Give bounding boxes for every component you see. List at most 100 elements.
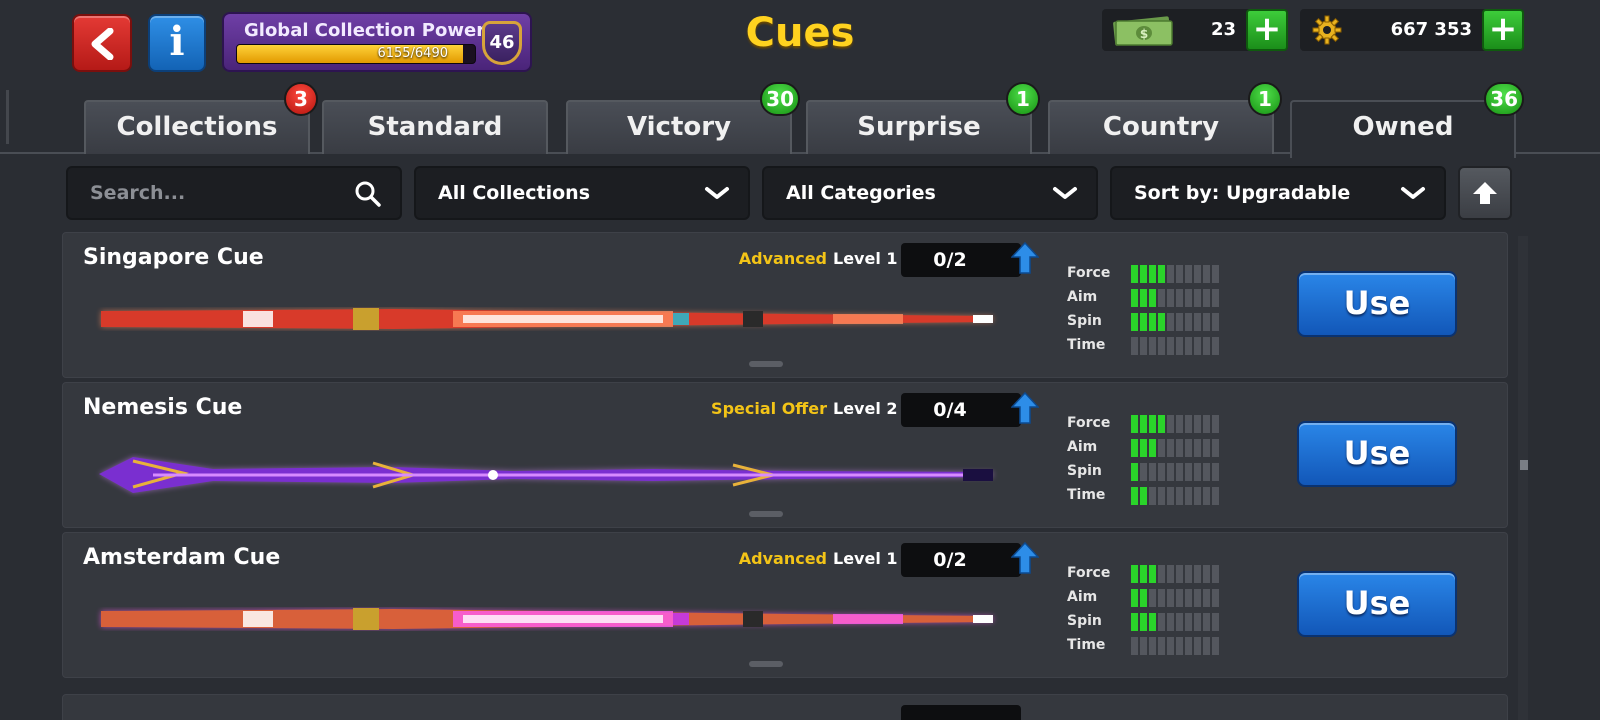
page-title: Cues bbox=[745, 10, 855, 56]
cue-image bbox=[101, 308, 993, 330]
tab-label: Surprise bbox=[857, 112, 981, 142]
search-placeholder: Search... bbox=[90, 182, 186, 204]
stat-bar-aim bbox=[1131, 289, 1219, 307]
stat-segment bbox=[1131, 337, 1138, 355]
cue-list: Singapore Cue Advanced Level 1 0/2 Force… bbox=[62, 232, 1508, 720]
stat-segment bbox=[1140, 439, 1147, 457]
tab-collections[interactable]: Collections 3 bbox=[84, 82, 318, 154]
stat-segment bbox=[1149, 613, 1156, 631]
use-cue-button[interactable]: Use bbox=[1297, 571, 1457, 637]
stat-segment bbox=[1149, 337, 1156, 355]
coins-gear-icon bbox=[1312, 15, 1342, 45]
use-cue-button[interactable]: Use bbox=[1297, 421, 1457, 487]
stat-segment bbox=[1176, 487, 1183, 505]
stat-label-spin: Spin bbox=[1067, 313, 1102, 329]
stat-segment bbox=[1167, 313, 1174, 331]
sort-dropdown[interactable]: Sort by: Upgradable bbox=[1110, 166, 1446, 220]
tab-standard[interactable]: Standard bbox=[322, 100, 548, 154]
scrollbar-thumb[interactable] bbox=[1520, 460, 1528, 470]
expand-handle[interactable] bbox=[749, 661, 783, 667]
cue-upgrade-progress: 0/2 bbox=[901, 243, 1021, 277]
tab-label: Victory bbox=[626, 112, 732, 142]
search-input[interactable]: Search... bbox=[66, 166, 402, 220]
expand-handle[interactable] bbox=[749, 511, 783, 517]
expand-handle[interactable] bbox=[749, 361, 783, 367]
stat-segment bbox=[1185, 613, 1192, 631]
stat-force: Force bbox=[1067, 263, 1287, 287]
cue-level: Level 1 bbox=[833, 249, 898, 268]
cue-stats: Force Aim Spin Time bbox=[1067, 263, 1287, 359]
cue-image bbox=[99, 457, 993, 493]
stat-segment bbox=[1131, 637, 1138, 655]
info-button[interactable]: i bbox=[148, 14, 206, 72]
sort-direction-button[interactable] bbox=[1458, 166, 1512, 220]
stat-segment bbox=[1194, 265, 1201, 283]
categories-dropdown[interactable]: All Categories bbox=[762, 166, 1098, 220]
stat-time: Time bbox=[1067, 335, 1287, 359]
add-cash-button[interactable]: + bbox=[1246, 9, 1288, 51]
collections-dropdown[interactable]: All Collections bbox=[414, 166, 750, 220]
stat-segment bbox=[1131, 589, 1138, 607]
stat-aim: Aim bbox=[1067, 437, 1287, 461]
stat-label-time: Time bbox=[1067, 337, 1106, 353]
stat-bar-time bbox=[1131, 637, 1219, 655]
cue-rarity: Advanced bbox=[738, 549, 827, 568]
stat-segment bbox=[1140, 289, 1147, 307]
stat-segment bbox=[1203, 463, 1210, 481]
coins-counter: 667 353 + bbox=[1300, 9, 1524, 51]
stat-segment bbox=[1149, 439, 1156, 457]
category-tabs: Collections 3 Standard Victory 30 Surprise 1 Co… bbox=[0, 82, 1600, 158]
list-scrollbar[interactable] bbox=[1518, 236, 1528, 720]
stat-segment bbox=[1194, 289, 1201, 307]
tab-country[interactable]: Country 1 bbox=[1048, 82, 1282, 154]
stat-segment bbox=[1194, 487, 1201, 505]
stat-segment bbox=[1140, 337, 1147, 355]
add-coins-button[interactable]: + bbox=[1482, 9, 1524, 51]
tab-count-badge: 30 bbox=[760, 82, 800, 116]
stat-segment bbox=[1131, 487, 1138, 505]
stat-bar-force bbox=[1131, 565, 1219, 583]
stat-segment bbox=[1185, 337, 1192, 355]
back-button[interactable] bbox=[72, 14, 132, 72]
stat-label-aim: Aim bbox=[1067, 289, 1098, 305]
tab-owned[interactable]: Owned 36 bbox=[1290, 82, 1524, 158]
stat-segment bbox=[1212, 313, 1219, 331]
stat-segment bbox=[1140, 613, 1147, 631]
stat-segment bbox=[1176, 337, 1183, 355]
stat-segment bbox=[1167, 265, 1174, 283]
stat-segment bbox=[1185, 589, 1192, 607]
stat-segment bbox=[1131, 613, 1138, 631]
stat-segment bbox=[1203, 613, 1210, 631]
stat-segment bbox=[1194, 613, 1201, 631]
tab-count-badge: 1 bbox=[1248, 82, 1282, 116]
stat-segment bbox=[1167, 613, 1174, 631]
use-cue-button[interactable]: Use bbox=[1297, 271, 1457, 337]
stat-segment bbox=[1149, 289, 1156, 307]
stat-spin: Spin bbox=[1067, 311, 1287, 335]
cue-card[interactable]: Nemesis Cue Special Offer Level 2 0/4 Fo… bbox=[62, 382, 1508, 528]
stat-segment bbox=[1158, 415, 1165, 433]
stat-segment bbox=[1158, 313, 1165, 331]
collection-power-panel[interactable]: Global Collection Power 6155/6490 46 bbox=[222, 12, 532, 72]
tab-label: Standard bbox=[367, 112, 503, 142]
stat-time: Time bbox=[1067, 485, 1287, 509]
stat-segment bbox=[1131, 289, 1138, 307]
stat-segment bbox=[1158, 337, 1165, 355]
tab-label: Owned bbox=[1352, 112, 1454, 142]
cue-card[interactable]: Singapore Cue Advanced Level 1 0/2 Force… bbox=[62, 232, 1508, 378]
stat-label-force: Force bbox=[1067, 265, 1111, 281]
upgrade-arrow-icon[interactable] bbox=[1011, 241, 1039, 275]
cue-name: Singapore Cue bbox=[83, 245, 264, 270]
stat-segment bbox=[1212, 439, 1219, 457]
tab-victory[interactable]: Victory 30 bbox=[566, 82, 800, 154]
stat-segment bbox=[1203, 487, 1210, 505]
tab-surprise[interactable]: Surprise 1 bbox=[806, 82, 1040, 154]
stat-segment bbox=[1167, 415, 1174, 433]
upgrade-arrow-icon[interactable] bbox=[1011, 541, 1039, 575]
stat-label-aim: Aim bbox=[1067, 439, 1098, 455]
cash-amount: 23 bbox=[1210, 19, 1236, 40]
cue-card[interactable]: Amsterdam Cue Advanced Level 1 0/2 Force… bbox=[62, 532, 1508, 678]
upgrade-arrow-icon[interactable] bbox=[1011, 391, 1039, 425]
stat-segment bbox=[1194, 337, 1201, 355]
stat-segment bbox=[1158, 589, 1165, 607]
